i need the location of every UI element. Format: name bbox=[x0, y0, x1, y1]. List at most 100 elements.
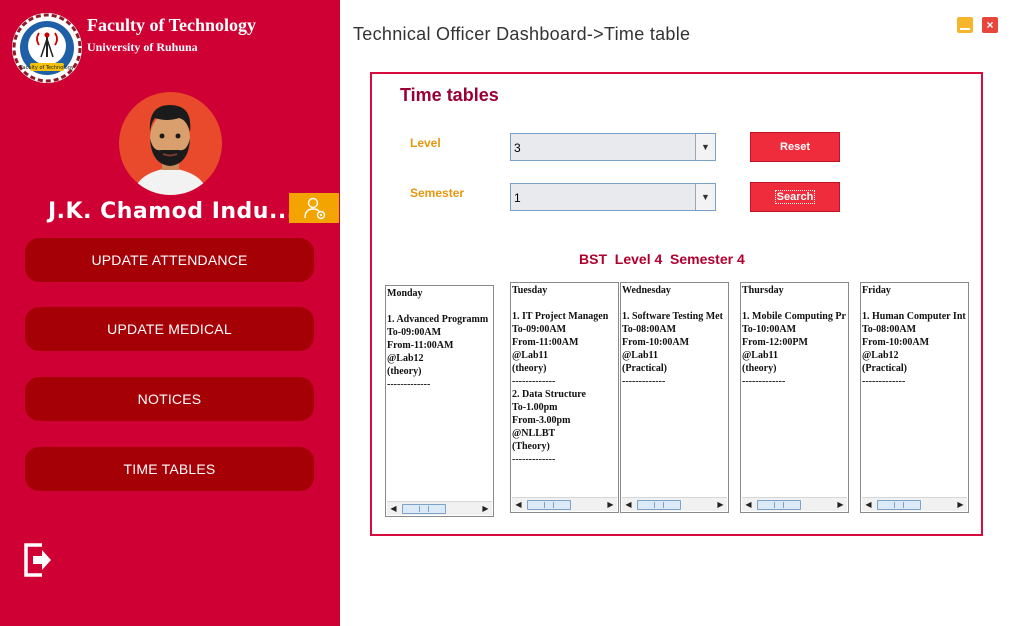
faculty-logo-icon: Faculty of Technology bbox=[12, 13, 82, 83]
timetable-line: @Lab11 bbox=[742, 350, 778, 361]
timetable-line: (theory) bbox=[512, 363, 547, 374]
timetable-line: @Lab11 bbox=[512, 350, 548, 361]
scroll-left-icon[interactable]: ◀ bbox=[622, 498, 635, 511]
horizontal-scrollbar[interactable]: ◀ ▶ bbox=[622, 497, 727, 511]
timetable-line: @NLLBT bbox=[512, 428, 556, 439]
semester-select[interactable]: 1 ▼ bbox=[510, 183, 716, 211]
close-icon[interactable]: × bbox=[982, 17, 998, 33]
update-attendance-button[interactable]: UPDATE ATTENDANCE bbox=[25, 238, 314, 282]
timetable-line: ------------- bbox=[512, 454, 556, 465]
window-title: Technical Officer Dashboard->Time table bbox=[353, 24, 691, 44]
scroll-left-icon[interactable]: ◀ bbox=[742, 498, 755, 511]
scroll-right-icon[interactable]: ▶ bbox=[714, 498, 727, 511]
time-tables-button[interactable]: TIME TABLES bbox=[25, 447, 314, 491]
timetable-line: To-08:00AM bbox=[622, 324, 677, 335]
scroll-thumb[interactable] bbox=[402, 504, 446, 514]
level-select-value: 3 bbox=[514, 141, 521, 155]
chevron-down-icon[interactable]: ▼ bbox=[695, 184, 715, 210]
day-box-monday[interactable]: Monday 1. Advanced Programm To-09:00AM F… bbox=[385, 285, 494, 517]
scroll-left-icon[interactable]: ◀ bbox=[862, 498, 875, 511]
scroll-left-icon[interactable]: ◀ bbox=[512, 498, 525, 511]
scroll-thumb[interactable] bbox=[637, 500, 681, 510]
day-name: Friday bbox=[862, 285, 891, 296]
level-select[interactable]: 3 ▼ bbox=[510, 133, 716, 161]
day-box-thursday[interactable]: Thursday 1. Mobile Computing Pr To-10:00… bbox=[740, 282, 849, 513]
timetable-line: 2. Data Structure bbox=[512, 389, 586, 400]
panel-title: Time tables bbox=[400, 85, 499, 105]
search-label: Search bbox=[774, 190, 816, 204]
user-settings-icon bbox=[304, 197, 326, 220]
day-name: Tuesday bbox=[512, 285, 548, 296]
user-avatar-icon bbox=[119, 92, 222, 195]
timetable-line: 1. Human Computer Int bbox=[862, 311, 966, 322]
scroll-right-icon[interactable]: ▶ bbox=[479, 502, 492, 515]
minimize-icon[interactable] bbox=[957, 17, 973, 33]
timetable-line: 1. Mobile Computing Pr bbox=[742, 311, 846, 322]
reset-label: Reset bbox=[780, 141, 810, 153]
faculty-subtitle: University of Ruhuna bbox=[87, 40, 198, 54]
timetable-line: @Lab12 bbox=[862, 350, 899, 361]
timetable-line: To-09:00AM bbox=[512, 324, 567, 335]
sidebar: Faculty of Technology Faculty of Technol… bbox=[0, 0, 340, 626]
timetable-line bbox=[622, 297, 727, 310]
logout-icon bbox=[24, 543, 51, 577]
timetable-line: @Lab11 bbox=[622, 350, 658, 361]
timetable-line: ------------- bbox=[622, 376, 666, 387]
timetable-line: (theory) bbox=[387, 366, 422, 377]
timetable-line: ------------- bbox=[742, 376, 786, 387]
horizontal-scrollbar[interactable]: ◀ ▶ bbox=[387, 501, 492, 515]
timetable-line: From-10:00AM bbox=[862, 337, 930, 348]
scroll-right-icon[interactable]: ▶ bbox=[834, 498, 847, 511]
scroll-thumb[interactable] bbox=[877, 500, 921, 510]
horizontal-scrollbar[interactable]: ◀ ▶ bbox=[862, 497, 967, 511]
timetable-line bbox=[862, 297, 967, 310]
timetable-line: (Theory) bbox=[512, 441, 550, 452]
chevron-down-icon[interactable]: ▼ bbox=[695, 134, 715, 160]
timetable-line: To-1.00pm bbox=[512, 402, 558, 413]
day-box-friday[interactable]: Friday 1. Human Computer Int To-08:00AM … bbox=[860, 282, 969, 513]
update-medical-button[interactable]: UPDATE MEDICAL bbox=[25, 307, 314, 351]
scroll-right-icon[interactable]: ▶ bbox=[954, 498, 967, 511]
timetable-line: 1. Software Testing Met bbox=[622, 311, 723, 322]
timetable-line: (theory) bbox=[742, 363, 777, 374]
notices-button[interactable]: NOTICES bbox=[25, 377, 314, 421]
day-box-wednesday[interactable]: Wednesday 1. Software Testing Met To-08:… bbox=[620, 282, 729, 513]
scroll-thumb[interactable] bbox=[527, 500, 571, 510]
search-button[interactable]: Search bbox=[750, 182, 840, 212]
timetable-line: To-08:00AM bbox=[862, 324, 917, 335]
day-name: Thursday bbox=[742, 285, 784, 296]
timetable-line: From-10:00AM bbox=[622, 337, 690, 348]
svg-text:Faculty of Technology: Faculty of Technology bbox=[20, 65, 74, 71]
timetable-line: From-3.00pm bbox=[512, 415, 571, 426]
day-content: Thursday 1. Mobile Computing Pr To-10:00… bbox=[742, 284, 847, 496]
profile-settings-button[interactable] bbox=[289, 193, 339, 223]
day-content: Monday 1. Advanced Programm To-09:00AM F… bbox=[387, 287, 492, 500]
timetable-line: From-11:00AM bbox=[387, 340, 454, 351]
timetable-line: From-12:00PM bbox=[742, 337, 808, 348]
day-content: Wednesday 1. Software Testing Met To-08:… bbox=[622, 284, 727, 496]
timetable-line: @Lab12 bbox=[387, 353, 424, 364]
scroll-left-icon[interactable]: ◀ bbox=[387, 502, 400, 515]
timetable-heading: BST Level 4 Semester 4 bbox=[579, 251, 745, 267]
timetable-line: ------------- bbox=[512, 376, 556, 387]
horizontal-scrollbar[interactable]: ◀ ▶ bbox=[512, 497, 617, 511]
timetable-line: (Practical) bbox=[622, 363, 667, 374]
day-content: Friday 1. Human Computer Int To-08:00AM … bbox=[862, 284, 967, 496]
scroll-thumb[interactable] bbox=[757, 500, 801, 510]
timetable-line bbox=[742, 297, 847, 310]
timetable-line: From-11:00AM bbox=[512, 337, 579, 348]
day-name: Wednesday bbox=[622, 285, 671, 296]
horizontal-scrollbar[interactable]: ◀ ▶ bbox=[742, 497, 847, 511]
timetable-line bbox=[387, 300, 492, 313]
day-box-tuesday[interactable]: Tuesday 1. IT Project Managen To-09:00AM… bbox=[510, 282, 619, 513]
semester-select-value: 1 bbox=[514, 191, 521, 205]
day-name: Monday bbox=[387, 288, 423, 299]
scroll-right-icon[interactable]: ▶ bbox=[604, 498, 617, 511]
day-content: Tuesday 1. IT Project Managen To-09:00AM… bbox=[512, 284, 617, 496]
timetable-line: ------------- bbox=[862, 376, 906, 387]
reset-button[interactable]: Reset bbox=[750, 132, 840, 162]
timetable-line: To-09:00AM bbox=[387, 327, 442, 338]
logout-button[interactable] bbox=[22, 542, 54, 583]
timetable-line: 1. Advanced Programm bbox=[387, 314, 489, 325]
timetable-line: To-10:00AM bbox=[742, 324, 797, 335]
